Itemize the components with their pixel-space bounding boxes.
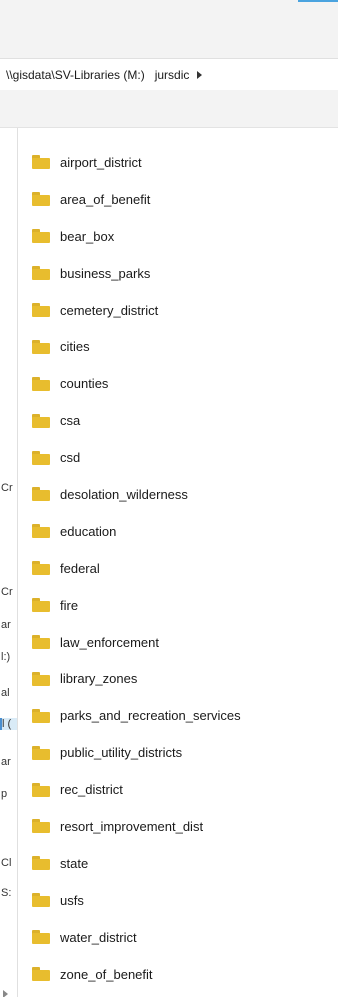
folder-name: zone_of_benefit: [60, 966, 153, 982]
folder-name: public_utility_districts: [60, 745, 183, 761]
folder-icon: [32, 893, 50, 908]
folder-row[interactable]: csd: [28, 439, 328, 476]
folder-icon: [32, 376, 50, 391]
folder-name: state: [60, 855, 89, 871]
folder-name: airport_district: [60, 154, 142, 170]
folder-icon: [32, 192, 50, 207]
folder-row[interactable]: area_of_benefit: [28, 181, 328, 218]
folder-name: cities: [60, 339, 90, 355]
nav-item-fragment[interactable]: S:: [1, 887, 11, 899]
folder-row[interactable]: resort_improvement_dist: [28, 808, 328, 845]
folder-name: csa: [60, 413, 81, 429]
window-accent-line: [298, 0, 338, 2]
folder-row[interactable]: bear_box: [28, 218, 328, 255]
folder-row[interactable]: zone_of_benefit: [28, 956, 328, 993]
folder-icon: [32, 487, 50, 502]
breadcrumb-folder[interactable]: jursdic: [145, 68, 190, 82]
folder-name: area_of_benefit: [60, 191, 151, 207]
folder-row[interactable]: airport_district: [28, 144, 328, 181]
folder-row[interactable]: desolation_wilderness: [28, 476, 328, 513]
folder-name: water_district: [60, 929, 137, 945]
nav-item-fragment[interactable]: l:): [1, 651, 10, 663]
folder-row[interactable]: education: [28, 513, 328, 550]
nav-item-fragment[interactable]: Cr: [1, 482, 13, 494]
folder-icon: [32, 745, 50, 760]
folder-name: parks_and_recreation_services: [60, 708, 241, 724]
folder-name: fire: [60, 597, 79, 613]
folder-icon: [32, 671, 50, 686]
folder-row[interactable]: rec_district: [28, 771, 328, 808]
folder-name: rec_district: [60, 782, 123, 798]
nav-item-fragment[interactable]: ar: [1, 756, 11, 768]
folder-row[interactable]: usfs: [28, 882, 328, 919]
folder-icon: [32, 708, 50, 723]
breadcrumb-drive[interactable]: \\gisdata\SV-Libraries (M:): [0, 68, 145, 82]
expand-chevron-icon[interactable]: [3, 990, 8, 997]
folder-list: airport_district area_of_benefit bear_bo…: [28, 144, 328, 992]
folder-name: counties: [60, 376, 109, 392]
folder-name: law_enforcement: [60, 634, 159, 650]
folder-icon: [32, 229, 50, 244]
folder-row[interactable]: library_zones: [28, 660, 328, 697]
folder-row[interactable]: counties: [28, 365, 328, 402]
folder-name: cemetery_district: [60, 302, 159, 318]
folder-icon: [32, 782, 50, 797]
folder-name: business_parks: [60, 265, 151, 281]
folder-row[interactable]: public_utility_districts: [28, 734, 328, 771]
folder-icon: [32, 635, 50, 650]
folder-icon: [32, 819, 50, 834]
folder-row[interactable]: parks_and_recreation_services: [28, 697, 328, 734]
folder-icon: [32, 413, 50, 428]
folder-name: usfs: [60, 892, 84, 908]
folder-row[interactable]: cemetery_district: [28, 292, 328, 329]
navigation-pane[interactable]: Cr Cr ar l:) al l ( ar p Cl S:: [0, 128, 18, 997]
nav-item-selected-fragment[interactable]: l (: [0, 718, 17, 730]
folder-row[interactable]: federal: [28, 550, 328, 587]
folder-row[interactable]: fire: [28, 587, 328, 624]
folder-name: education: [60, 523, 117, 539]
folder-icon: [32, 450, 50, 465]
folder-icon: [32, 266, 50, 281]
nav-item-fragment[interactable]: Cr: [1, 586, 13, 598]
folder-name: federal: [60, 560, 100, 576]
folder-row[interactable]: law_enforcement: [28, 624, 328, 661]
folder-name: resort_improvement_dist: [60, 818, 204, 834]
window-top-strip: [0, 0, 338, 58]
folder-icon: [32, 339, 50, 354]
chevron-right-icon[interactable]: [197, 70, 203, 79]
folder-row[interactable]: business_parks: [28, 255, 328, 292]
folder-icon: [32, 598, 50, 613]
nav-item-fragment[interactable]: Cl: [1, 857, 11, 869]
nav-item-fragment[interactable]: ar: [1, 619, 11, 631]
folder-name: desolation_wilderness: [60, 486, 188, 502]
folder-name: csd: [60, 450, 81, 466]
folder-row[interactable]: csa: [28, 402, 328, 439]
folder-icon: [32, 967, 50, 982]
nav-item-fragment[interactable]: al: [1, 687, 10, 699]
folder-icon: [32, 930, 50, 945]
column-header-strip: [0, 90, 338, 128]
folder-icon: [32, 561, 50, 576]
folder-icon: [32, 856, 50, 871]
folder-name: bear_box: [60, 228, 115, 244]
folder-icon: [32, 155, 50, 170]
folder-row[interactable]: water_district: [28, 919, 328, 956]
folder-icon: [32, 524, 50, 539]
nav-item-fragment[interactable]: p: [1, 788, 7, 800]
folder-row[interactable]: state: [28, 845, 328, 882]
folder-row[interactable]: cities: [28, 328, 328, 365]
folder-name: library_zones: [60, 671, 138, 687]
address-bar[interactable]: \\gisdata\SV-Libraries (M:) jursdic: [0, 58, 338, 91]
folder-icon: [32, 303, 50, 317]
